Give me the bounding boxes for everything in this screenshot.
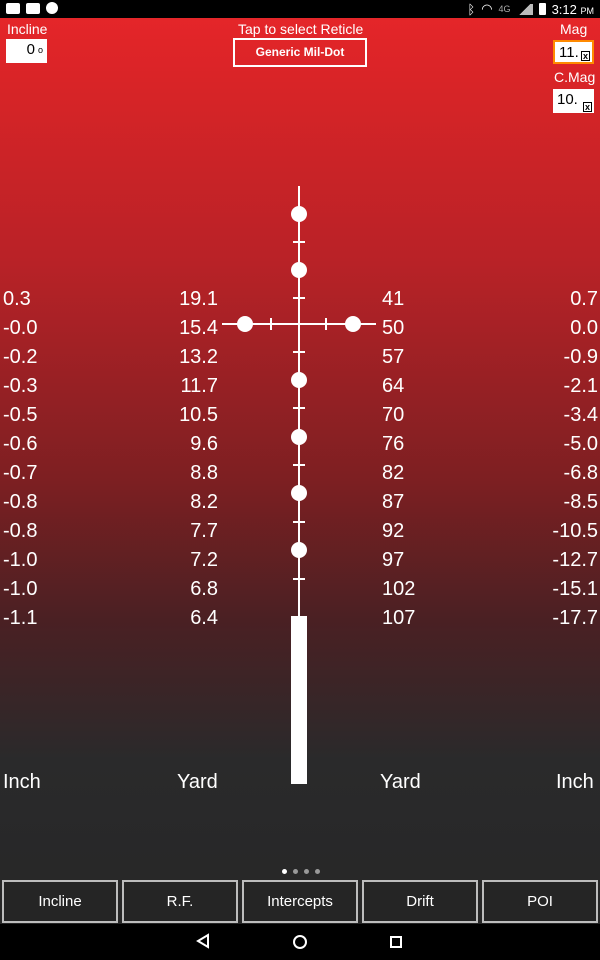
table-cell: -0.5	[3, 404, 38, 426]
mil-dot	[291, 485, 307, 501]
table-cell: -0.7	[3, 462, 38, 484]
table-cell: 6.8	[190, 578, 218, 600]
table-cell: -0.0	[3, 317, 38, 339]
table-cell: -0.6	[3, 433, 38, 455]
ballistic-reticle-screen: ᛒ ◠ 4G 3:12 PM Incline 0o Tap to select …	[0, 0, 600, 960]
table-cell: -15.1	[552, 578, 598, 600]
page-dot[interactable]	[293, 869, 298, 874]
table-cell: -0.8	[3, 491, 38, 513]
table-cell: 64	[382, 375, 405, 397]
table-cell: 41	[382, 288, 405, 310]
table-cell: -0.2	[3, 346, 38, 368]
range-column-yard-left: 19.1 15.4 13.2 11.7 10.5 9.6 8.8 8.2 7.7 7.2 6.8 6.…	[128, 285, 218, 633]
page-dot[interactable]	[304, 869, 309, 874]
page-dot[interactable]	[315, 869, 320, 874]
table-cell: 0.3	[3, 288, 31, 310]
table-cell: 15.4	[179, 317, 218, 339]
table-cell: -0.9	[563, 346, 598, 368]
recents-icon[interactable]	[389, 935, 403, 949]
page-dot[interactable]	[282, 869, 287, 874]
table-cell: -8.5	[563, 491, 598, 513]
unit-label-inch-right: Inch	[556, 771, 594, 793]
intercepts-button[interactable]: Intercepts	[242, 880, 358, 923]
table-cell: 50	[382, 317, 405, 339]
poi-button[interactable]: POI	[482, 880, 598, 923]
page-indicator	[282, 869, 320, 874]
table-cell: 0.7	[570, 288, 598, 310]
table-cell: 10.5	[179, 404, 218, 426]
holdover-column-inch-left: 0.3 -0.0 -0.2 -0.3 -0.5 -0.6 -0.7 -0.8 -0.8 -1.0 -…	[3, 285, 93, 633]
table-cell: -0.3	[3, 375, 38, 397]
table-cell: -17.7	[552, 607, 598, 629]
bottom-button-bar: Incline R.F. Intercepts Drift POI	[0, 880, 600, 923]
table-cell: 107	[382, 607, 416, 629]
table-cell: 82	[382, 462, 405, 484]
mil-dot	[291, 429, 307, 445]
table-cell: 87	[382, 491, 405, 513]
table-cell: -1.0	[3, 549, 38, 571]
table-cell: 0.0	[570, 317, 598, 339]
table-cell: 70	[382, 404, 405, 426]
table-cell: 7.7	[190, 520, 218, 542]
range-column-yard-right: 41 50 57 64 70 76 82 87 92 97 102 107	[382, 285, 472, 633]
mil-dot	[237, 316, 253, 332]
reticle-post	[291, 616, 307, 784]
table-cell: 8.2	[190, 491, 218, 513]
holdover-column-inch-right: 0.7 0.0 -0.9 -2.1 -3.4 -5.0 -6.8 -8.5 -10.5 -12.7…	[508, 285, 598, 633]
table-cell: 57	[382, 346, 405, 368]
table-cell: 102	[382, 578, 416, 600]
table-cell: -1.1	[3, 607, 38, 629]
home-icon[interactable]	[292, 934, 308, 950]
mil-dot	[291, 372, 307, 388]
table-cell: 13.2	[179, 346, 218, 368]
table-cell: 6.4	[190, 607, 218, 629]
android-nav-bar	[0, 924, 600, 960]
table-cell: 97	[382, 549, 405, 571]
table-cell: -0.8	[3, 520, 38, 542]
unit-label-yard-right: Yard	[380, 771, 421, 793]
table-cell: 9.6	[190, 433, 218, 455]
back-icon[interactable]	[196, 933, 210, 949]
table-cell: -3.4	[563, 404, 598, 426]
table-cell: 7.2	[190, 549, 218, 571]
mil-dot	[291, 206, 307, 222]
table-cell: -1.0	[3, 578, 38, 600]
table-cell: -10.5	[552, 520, 598, 542]
unit-label-inch-left: Inch	[3, 771, 41, 793]
table-cell: 92	[382, 520, 405, 542]
incline-button[interactable]: Incline	[2, 880, 118, 923]
table-cell: -5.0	[563, 433, 598, 455]
table-cell: -6.8	[563, 462, 598, 484]
table-cell: -12.7	[552, 549, 598, 571]
rf-button[interactable]: R.F.	[122, 880, 238, 923]
drift-button[interactable]: Drift	[362, 880, 478, 923]
mil-dot	[345, 316, 361, 332]
table-cell: 19.1	[179, 288, 218, 310]
table-cell: -2.1	[563, 375, 598, 397]
table-cell: 8.8	[190, 462, 218, 484]
table-cell: 11.7	[180, 375, 218, 397]
mil-dot	[291, 262, 307, 278]
mil-dot	[291, 542, 307, 558]
unit-label-yard-left: Yard	[177, 771, 218, 793]
table-cell: 76	[382, 433, 405, 455]
